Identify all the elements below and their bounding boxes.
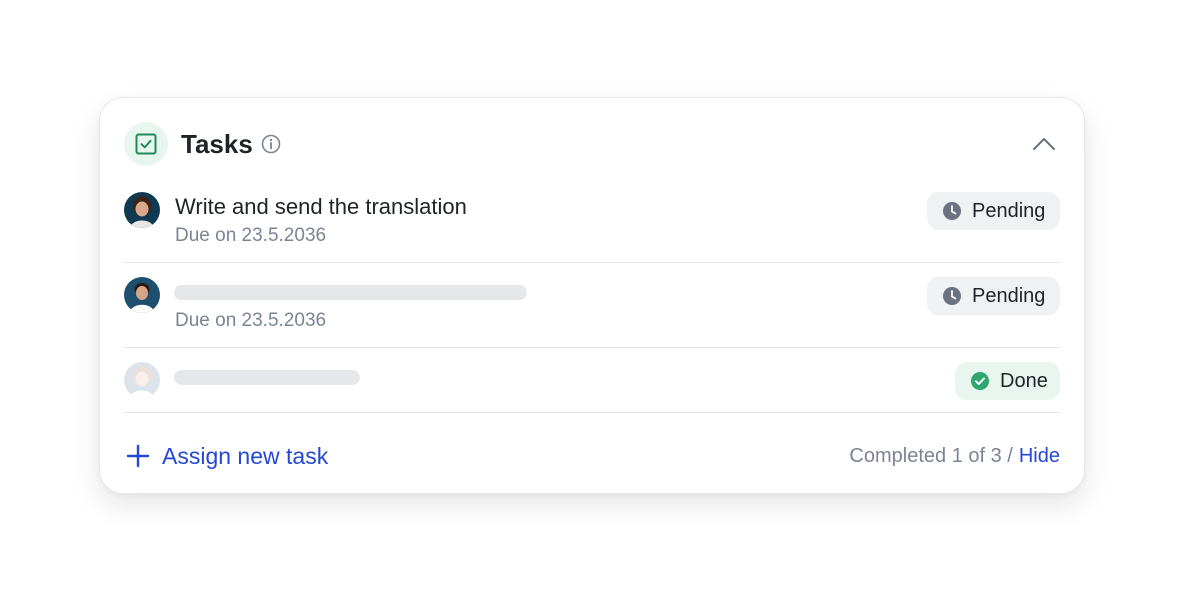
checkbox-icon bbox=[124, 122, 168, 166]
assign-label: Assign new task bbox=[162, 442, 329, 469]
task-due-date: Due on 23.5.2036 bbox=[175, 310, 327, 331]
collapse-button[interactable] bbox=[1028, 128, 1060, 160]
plus-icon bbox=[126, 444, 150, 468]
status-label: Done bbox=[1000, 369, 1048, 392]
info-icon[interactable] bbox=[261, 134, 281, 154]
assign-new-task-button[interactable]: Assign new task bbox=[124, 442, 328, 470]
chevron-up-icon bbox=[1033, 138, 1055, 150]
clock-icon bbox=[943, 202, 961, 220]
task-title-placeholder bbox=[174, 285, 527, 300]
clock-icon bbox=[943, 287, 961, 305]
status-badge[interactable]: Pending bbox=[927, 192, 1060, 230]
avatar bbox=[124, 362, 160, 398]
page-title: Tasks bbox=[181, 129, 253, 159]
task-row[interactable]: Done bbox=[124, 362, 1060, 413]
status-badge[interactable]: Done bbox=[955, 362, 1060, 400]
status-badge[interactable]: Pending bbox=[927, 277, 1060, 315]
check-circle-icon bbox=[971, 372, 989, 390]
task-title: Write and send the translation bbox=[175, 194, 467, 219]
status-label: Pending bbox=[972, 199, 1046, 222]
task-row[interactable]: Write and send the translation Due on 23… bbox=[124, 192, 1060, 263]
task-row[interactable]: Due on 23.5.2036 Pending bbox=[124, 277, 1060, 348]
task-title-placeholder bbox=[174, 370, 360, 385]
completion-status: Completed 1 of 3 / Hide bbox=[849, 445, 1060, 467]
avatar bbox=[124, 192, 160, 228]
status-label: Pending bbox=[972, 284, 1046, 307]
completed-count: Completed 1 of 3 / bbox=[849, 445, 1013, 467]
tasks-footer: Assign new task Completed 1 of 3 / Hide bbox=[124, 436, 1060, 476]
tasks-card: Tasks Write and send the translation Due… bbox=[99, 97, 1085, 494]
hide-link[interactable]: Hide bbox=[1019, 445, 1060, 467]
avatar bbox=[124, 277, 160, 313]
task-due-date: Due on 23.5.2036 bbox=[175, 225, 327, 246]
tasks-header: Tasks bbox=[124, 122, 1060, 166]
